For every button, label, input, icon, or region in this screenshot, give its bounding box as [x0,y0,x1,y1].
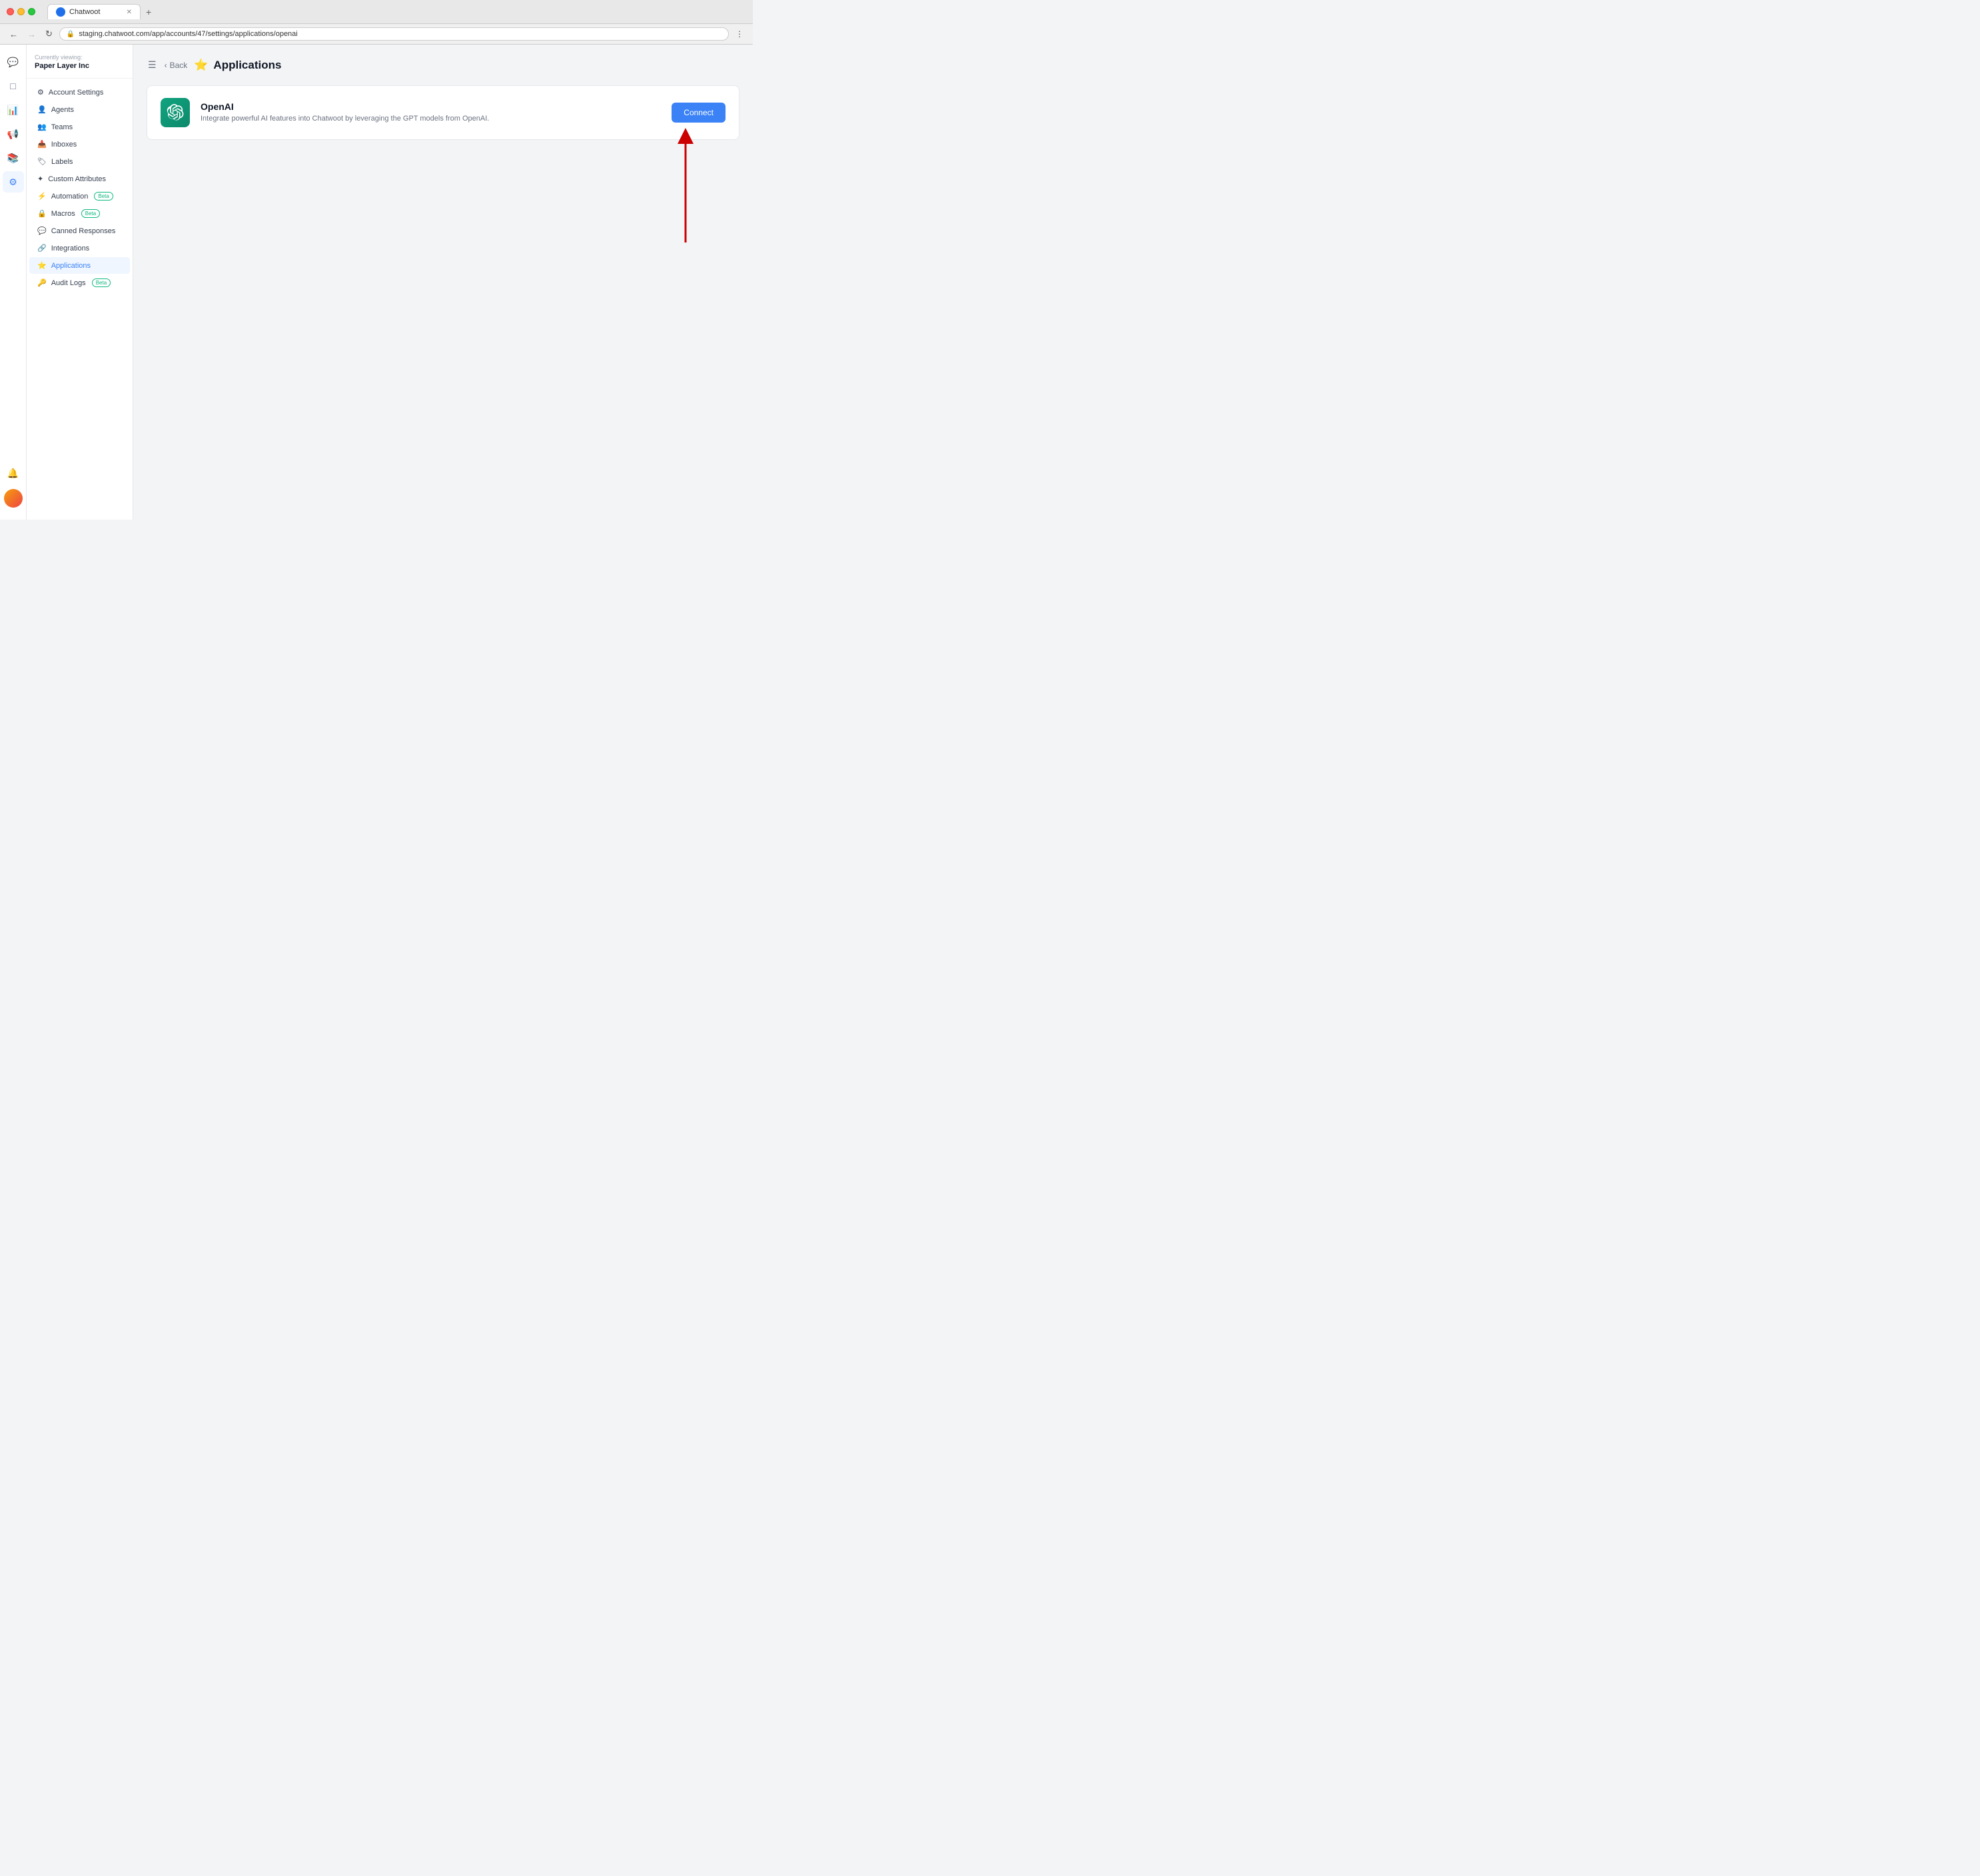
sidebar-item-account-settings[interactable]: ⚙ Account Settings [29,84,130,101]
inboxes-icon: 📥 [37,140,47,149]
sidebar-item-label-labels: Labels [51,158,73,166]
main-content: ☰ ‹ Back ⭐ Applications OpenAI Integrate… [133,45,753,520]
macros-beta-badge: Beta [81,209,100,218]
sidebar-item-label-canned-responses: Canned Responses [51,227,116,235]
active-tab[interactable]: Chatwoot ✕ [47,4,141,19]
sidebar-icon-settings[interactable]: ⚙ [3,171,24,193]
currently-viewing: Currently viewing: Paper Layer Inc [27,54,133,79]
sidebar-item-macros[interactable]: 🔒 Macros Beta [29,205,130,222]
minimize-traffic-light[interactable] [17,8,25,15]
custom-attributes-icon: ✦ [37,175,43,183]
sidebar-item-label-agents: Agents [51,106,74,114]
lock-icon: 🔒 [67,31,75,38]
url-bar[interactable]: 🔒 staging.chatwoot.com/app/accounts/47/s… [59,27,729,41]
audit-logs-beta-badge: Beta [92,278,111,287]
automation-icon: ⚡ [37,192,47,201]
sidebar-item-agents[interactable]: 👤 Agents [29,101,130,118]
openai-svg-icon [167,104,184,121]
sidebar-icon-notifications[interactable]: 🔔 [3,462,24,484]
sidebar-item-label-macros: Macros [51,210,75,218]
browser-tabs: Chatwoot ✕ + [47,4,157,19]
hamburger-button[interactable]: ☰ [147,58,158,72]
openai-logo [161,98,190,127]
sidebar-item-label-account-settings: Account Settings [49,89,104,97]
labels-icon: 🏷 [37,157,47,166]
account-settings-icon: ⚙ [37,88,44,97]
sidebar-item-label-custom-attributes: Custom Attributes [48,175,106,183]
page-title-text: Applications [213,59,281,72]
sidebar-item-applications[interactable]: ⭐ Applications [29,257,130,274]
sidebar-item-automation[interactable]: ⚡ Automation Beta [29,188,130,205]
agents-icon: 👤 [37,105,47,114]
currently-viewing-label: Currently viewing: [35,54,125,61]
tab-favicon [56,7,65,17]
sidebar-icon-help[interactable]: 📚 [3,147,24,169]
tab-close-button[interactable]: ✕ [127,9,132,16]
sidebar-item-label-audit-logs: Audit Logs [51,279,86,287]
back-link[interactable]: ‹ Back [165,61,188,70]
sidebar-item-custom-attributes[interactable]: ✦ Custom Attributes [29,171,130,187]
app-sidebar-icons: 💬 □ 📊 📢 📚 ⚙ 🔔 [0,45,27,520]
openai-app-description: Integrate powerful AI features into Chat… [201,114,661,124]
sidebar-item-canned-responses[interactable]: 💬 Canned Responses [29,223,130,239]
back-chevron-icon: ‹ [165,61,167,70]
page-title-icon: ⭐ [194,59,208,72]
sidebar-icon-campaigns[interactable]: 📢 [3,123,24,145]
sidebar-item-label-automation: Automation [51,193,89,201]
sidebar-item-labels[interactable]: 🏷 Labels [29,153,130,170]
browser-chrome: Chatwoot ✕ + ← → ↻ 🔒 staging.chatwoot.co… [0,0,753,45]
currently-viewing-name: Paper Layer Inc [35,62,125,70]
close-traffic-light[interactable] [7,8,14,15]
sidebar-item-teams[interactable]: 👥 Teams [29,119,130,135]
back-link-label: Back [170,61,188,70]
canned-responses-icon: 💬 [37,227,47,235]
sidebar-icon-contacts[interactable]: □ [3,75,24,97]
app-layout: 💬 □ 📊 📢 📚 ⚙ 🔔 Currently viewing: Paper L… [0,45,753,520]
openai-app-name: OpenAI [201,101,661,112]
sidebar-item-audit-logs[interactable]: 🔑 Audit Logs Beta [29,274,130,291]
settings-sidebar: Currently viewing: Paper Layer Inc ⚙ Acc… [27,45,133,520]
applications-icon: ⭐ [37,261,47,270]
teams-icon: 👥 [37,123,47,131]
avatar[interactable] [4,489,23,508]
url-text: staging.chatwoot.com/app/accounts/47/set… [79,30,297,38]
page-title: ⭐ Applications [194,59,281,72]
sidebar-item-inboxes[interactable]: 📥 Inboxes [29,136,130,153]
sidebar-icon-reports[interactable]: 📊 [3,99,24,121]
openai-app-info: OpenAI Integrate powerful AI features in… [201,101,661,124]
sidebar-item-label-inboxes: Inboxes [51,141,77,149]
browser-nav: ← → ↻ 🔒 staging.chatwoot.com/app/account… [0,23,753,44]
page-header: ☰ ‹ Back ⭐ Applications [147,58,740,72]
sidebar-item-label-teams: Teams [51,123,73,131]
new-tab-button[interactable]: + [141,5,157,19]
sidebar-item-label-integrations: Integrations [51,244,89,252]
tab-title: Chatwoot [69,8,100,16]
macros-icon: 🔒 [37,209,47,218]
reload-button[interactable]: ↻ [43,27,55,41]
connect-button[interactable]: Connect [672,103,726,123]
maximize-traffic-light[interactable] [28,8,35,15]
back-button[interactable]: ← [7,28,21,41]
openai-app-card: OpenAI Integrate powerful AI features in… [147,85,740,140]
sidebar-icon-conversations[interactable]: 💬 [3,51,24,73]
sidebar-item-integrations[interactable]: 🔗 Integrations [29,240,130,256]
forward-button[interactable]: → [25,28,39,41]
audit-logs-icon: 🔑 [37,278,47,287]
annotation-arrow [666,123,712,256]
traffic-lights [7,8,35,15]
nav-icons: ⋮ [733,27,746,41]
sidebar-item-label-applications: Applications [51,262,91,270]
automation-beta-badge: Beta [94,192,113,201]
extensions-button[interactable]: ⋮ [733,27,746,41]
integrations-icon: 🔗 [37,244,47,252]
